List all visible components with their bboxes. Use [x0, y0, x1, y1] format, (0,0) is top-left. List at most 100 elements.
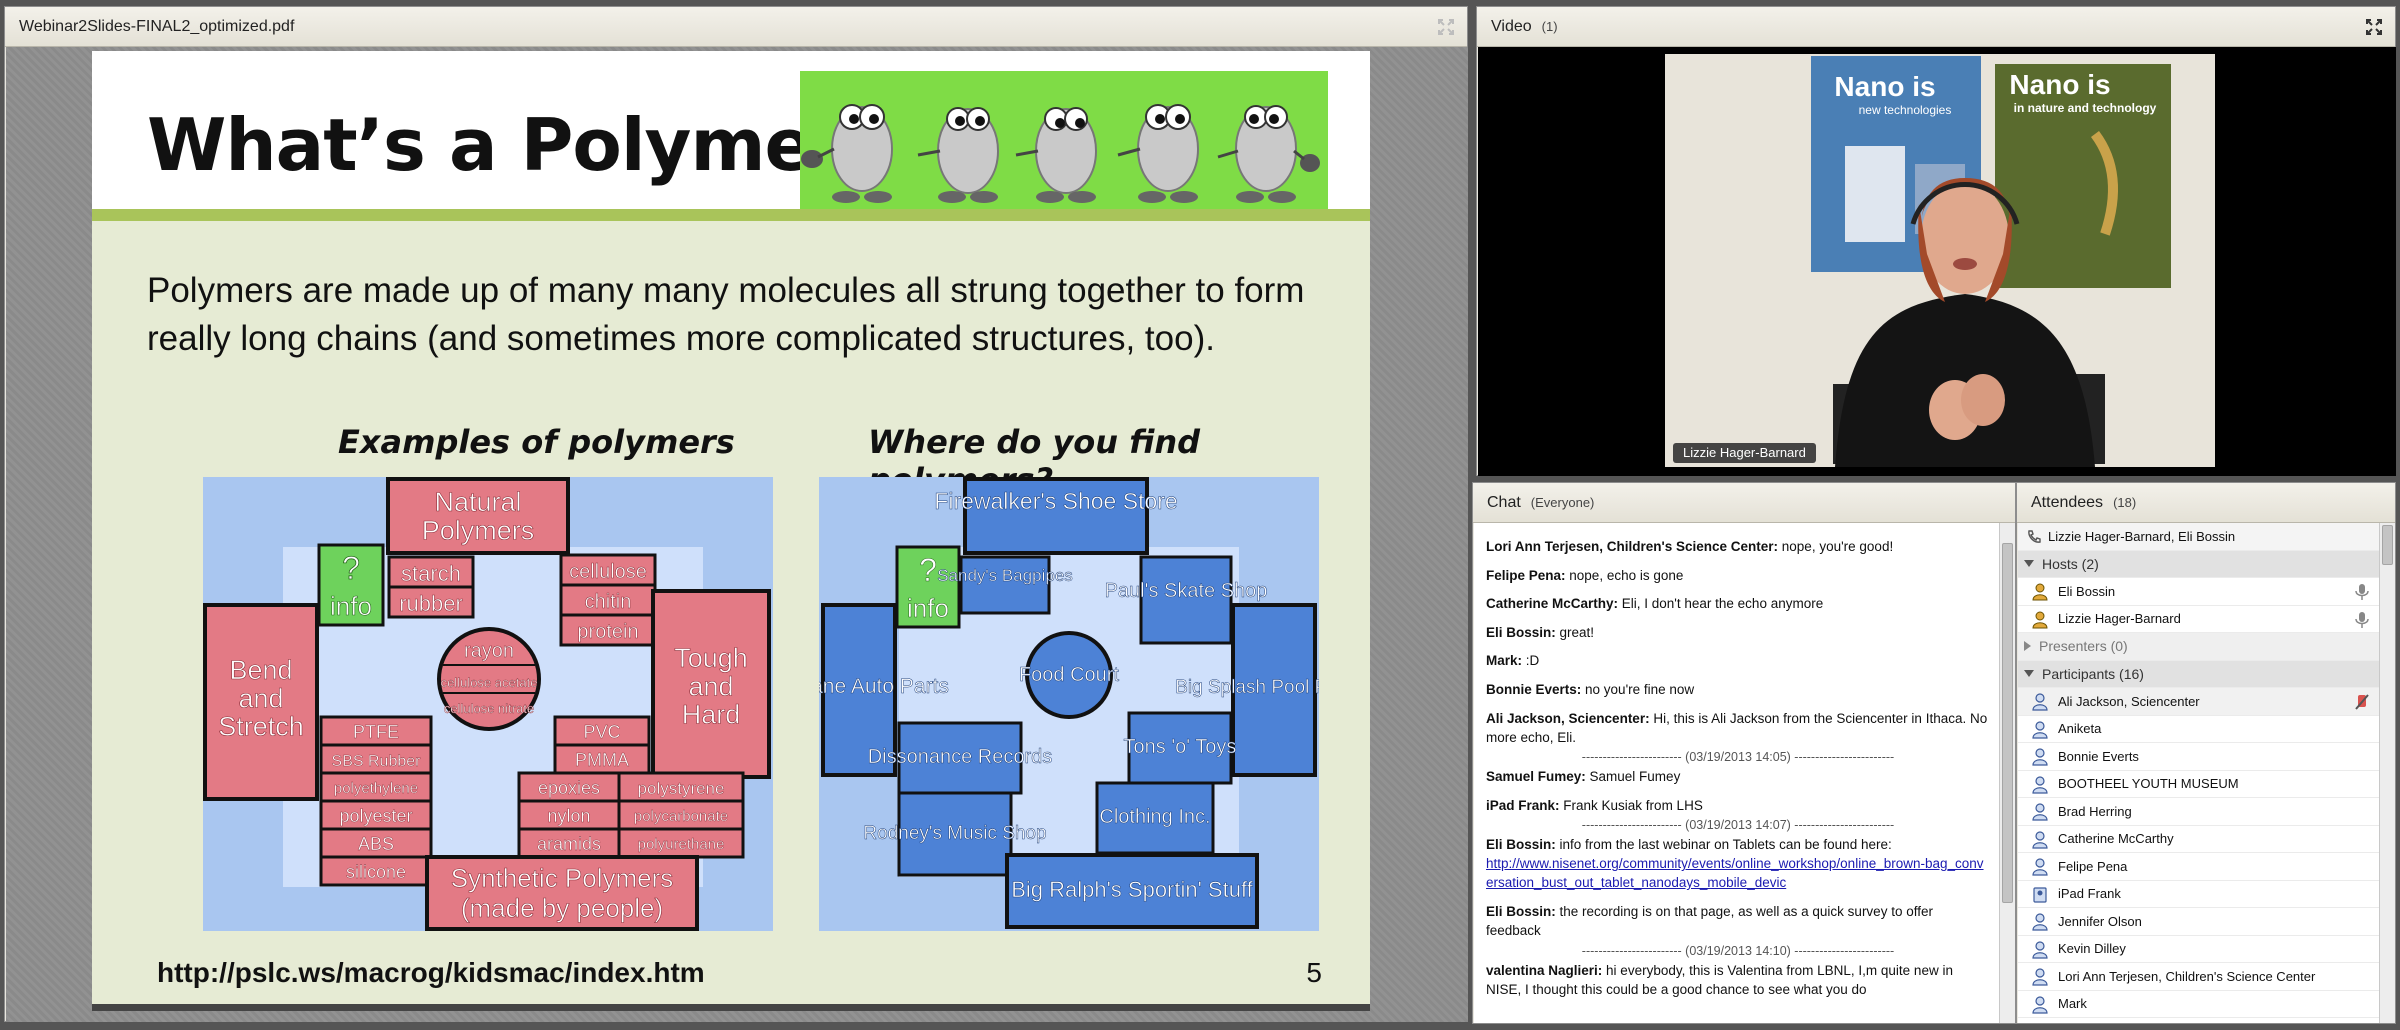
participants-section-header[interactable]: Participants (16) — [2018, 660, 2380, 688]
food-court-label: Food Court — [1019, 664, 1119, 686]
person-icon — [2032, 720, 2048, 739]
synthetic-polymers-label: Synthetic Polymers — [451, 863, 674, 893]
polymer-examples-diagram: Natural Polymers ? info starch rubber cel… — [203, 477, 773, 931]
attendee-row[interactable]: Mark — [2018, 991, 2380, 1018]
polymer-characters-image — [800, 71, 1328, 217]
person-icon — [2032, 693, 2048, 711]
chat-link[interactable]: http://www.nisenet.org/community/events/… — [1486, 856, 1984, 890]
share-pod: Webinar2Slides-FINAL2_optimized.pdf What… — [4, 6, 1468, 1022]
clothing-inc-label: Clothing Inc. — [1099, 806, 1210, 828]
rubber-label: rubber — [399, 591, 463, 616]
person-icon — [2032, 995, 2048, 1014]
polyethylene-label: polyethylene — [334, 780, 418, 797]
presenters-section-header[interactable]: Presenters (0) — [2018, 633, 2380, 661]
polyester-label: polyester — [339, 806, 412, 826]
dissonance-records-label: Dissonance Records — [868, 746, 1053, 768]
chat-messages: Lori Ann Terjesen, Children's Science Ce… — [1474, 523, 2000, 1023]
attendees-list: Lizzie Hager-Barnard, Eli Bossin Hosts (… — [2018, 523, 2380, 1023]
slide-page-number: 5 — [1306, 957, 1322, 988]
attendees-scroll-thumb[interactable] — [2382, 525, 2393, 565]
slide-source-url[interactable]: http://pslc.ws/macrog/kidsmac/index.htm — [157, 957, 705, 989]
chevron-down-icon — [2024, 670, 2034, 678]
attendee-row[interactable]: Jennifer Olson — [2018, 908, 2380, 936]
attendee-row[interactable]: Aniketa — [2018, 716, 2380, 743]
attendee-row[interactable]: Catherine McCarthy — [2018, 826, 2380, 853]
attendee-row[interactable]: Bonnie Everts — [2018, 743, 2380, 771]
attendee-row[interactable]: Kevin Dilley — [2018, 936, 2380, 963]
chat-scrollbar[interactable] — [1999, 523, 2015, 1023]
chat-message: Eli Bossin: the recording is on that pag… — [1486, 903, 1933, 938]
made-by-people-label: (made by people) — [461, 893, 663, 923]
microphone-icon — [2355, 584, 2369, 600]
person-icon — [2032, 913, 2048, 931]
sbs-rubber-label: SBS Rubber — [332, 753, 422, 770]
polymer-characters-graphic — [801, 104, 1320, 203]
maximize-icon[interactable] — [2365, 18, 2383, 36]
chat-message: Lori Ann Terjesen, Children's Science Ce… — [1486, 539, 1894, 554]
attendee-row[interactable]: Ali Jackson, Sciencenter — [2018, 688, 2380, 716]
polystyrene-label: polystyrene — [638, 779, 725, 798]
speaking-now-names: Lizzie Hager-Barnard, Eli Bossin — [2048, 528, 2236, 544]
webinar-app: Webinar2Slides-FINAL2_optimized.pdf What… — [0, 0, 2400, 1030]
attendee-row[interactable]: Felipe Pena — [2018, 853, 2380, 881]
abs-label: ABS — [358, 834, 394, 854]
epoxies-label: epoxies — [538, 778, 600, 798]
chat-message: Bonnie Everts: no you're fine now — [1486, 681, 1695, 697]
host-person-icon — [2032, 583, 2048, 601]
rayon-label: rayon — [464, 640, 514, 662]
share-area: What’s a Polymer? Polymers are made up o… — [6, 47, 1468, 1022]
cellulose-nitrate-label: cellulose nitrate — [444, 701, 534, 716]
slide-bottom-rule — [92, 1004, 1370, 1011]
attendee-row[interactable]: Lizzie Hager-Barnard — [2018, 606, 2380, 633]
attendee-row[interactable]: Lori Ann Terjesen, Children's Science Ce… — [2018, 963, 2380, 991]
share-pod-title: Webinar2Slides-FINAL2_optimized.pdf — [19, 17, 295, 35]
person-icon — [2032, 968, 2048, 986]
aramids-label: aramids — [537, 834, 601, 854]
attendees-count: (18) — [2113, 495, 2137, 510]
polymer-examples-graphic: Natural Polymers ? info starch rubber cel… — [203, 477, 771, 931]
natural-polymers-label: Natural Polymers — [422, 487, 535, 545]
person-icon — [2032, 830, 2048, 849]
slide-body-text: Polymers are made up of many many molecu… — [147, 271, 1305, 358]
attendee-row[interactable]: iPad Frank — [2018, 881, 2380, 908]
attendees-scrollbar[interactable] — [2379, 523, 2395, 1023]
poster-left-subtitle: new technologies — [1859, 103, 1952, 117]
share-pod-header: Webinar2Slides-FINAL2_optimized.pdf — [5, 7, 1467, 47]
tablet-person-icon — [2033, 886, 2047, 903]
person-icon — [2032, 940, 2048, 959]
chat-message: Catherine McCarthy: Eli, I don't hear th… — [1486, 596, 1824, 612]
video-pod-title: Video — [1491, 17, 1532, 35]
pvc-label: PVC — [583, 722, 620, 742]
attendee-row[interactable]: Eli Bossin — [2018, 578, 2380, 606]
pit-lane-label: Pit Lane Auto Parts — [819, 675, 949, 698]
chat-pod-header: Chat (Everyone) — [1473, 483, 2015, 523]
maximize-icon[interactable] — [1437, 18, 1455, 36]
chitin-label: chitin — [585, 591, 632, 613]
info-label-right[interactable]: info — [907, 593, 949, 624]
cellulose-acetate-label: cellulose acetate — [441, 675, 538, 690]
chat-message: Samuel Fumey: Samuel Fumey — [1486, 769, 1681, 785]
rodneys-music-label: Rodney's Music Shop — [863, 823, 1046, 844]
chat-message: Mark: :D — [1486, 653, 1540, 669]
info-question-mark-right[interactable]: ? — [919, 552, 937, 589]
examples-heading: Examples of polymers — [338, 423, 735, 461]
chat-timestamp-separator: ------------------------ (03/19/2013 14:… — [1581, 750, 1895, 765]
sandys-bagpipes-label: Sandy's Bagpipes — [937, 566, 1073, 585]
raised-hand-icon — [2355, 694, 2369, 710]
hosts-section-header[interactable]: Hosts (2) — [2018, 550, 2380, 578]
slide: What’s a Polymer? Polymers are made up o… — [92, 51, 1370, 1011]
webcam-feed[interactable]: Nano is new technologies Nano is in natu… — [1665, 54, 2215, 467]
attendees-pod-title: Attendees — [2031, 493, 2104, 511]
attendee-row[interactable]: BOOTHEEL YOUTH MUSEUM — [2018, 771, 2380, 798]
phone-speaking-icon — [2028, 530, 2041, 543]
chat-message: Felipe Pena: nope, echo is gone — [1486, 567, 1684, 583]
chat-message: Ali Jackson, Sciencenter: Hi, this is Al… — [1486, 710, 1988, 745]
chat-scroll-thumb[interactable] — [2002, 543, 2013, 903]
polycarbonate-label: polycarbonate — [634, 808, 728, 825]
info-question-mark[interactable]: ? — [342, 550, 361, 587]
chat-timestamp-separator: ------------------------ (03/19/2013 14:… — [1581, 943, 1895, 958]
protein-label: protein — [577, 621, 638, 643]
info-label[interactable]: info — [330, 591, 373, 622]
attendee-row[interactable]: Brad Herring — [2018, 798, 2380, 826]
chat-scope[interactable]: (Everyone) — [1531, 495, 1595, 510]
